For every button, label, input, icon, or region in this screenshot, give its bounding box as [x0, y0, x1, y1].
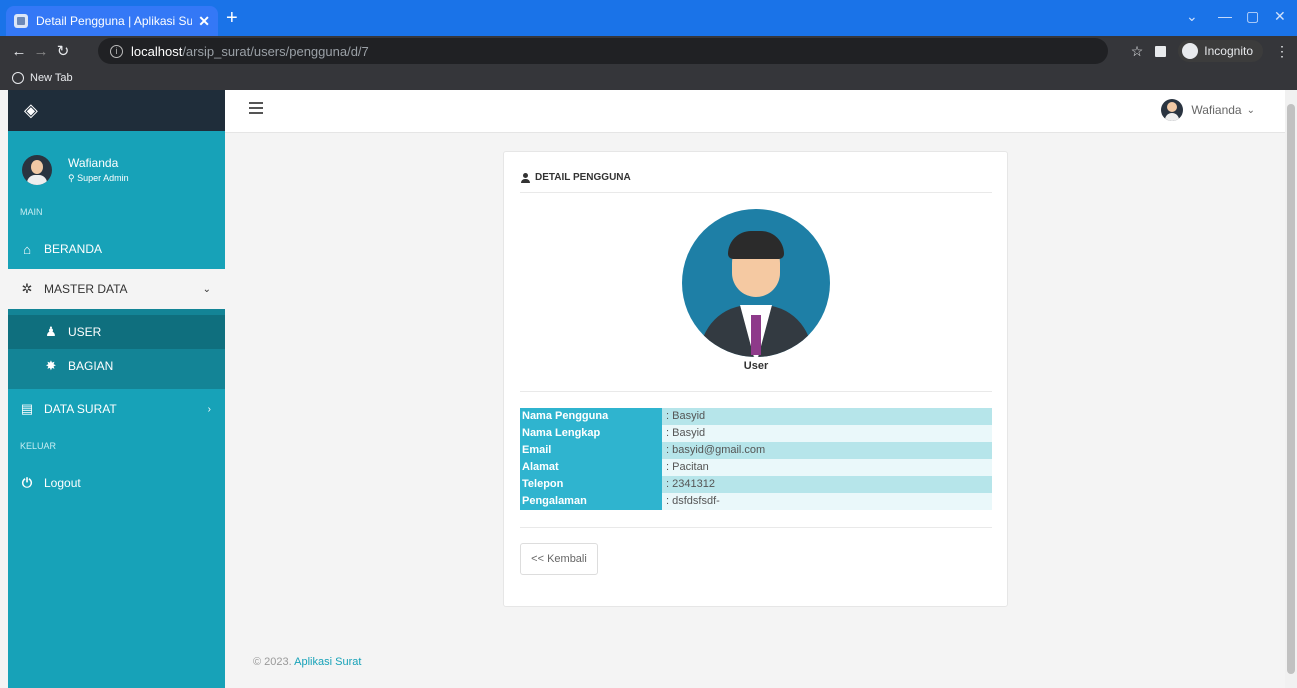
avatar — [22, 155, 52, 185]
card-title-text: DETAIL PENGGUNA — [535, 172, 631, 183]
table-row: Nama Pengguna : Basyid — [520, 408, 992, 425]
field-value: : Basyid — [662, 425, 992, 442]
globe-icon — [12, 72, 24, 84]
incognito-badge[interactable]: Incognito — [1178, 40, 1263, 62]
detail-card: DETAIL PENGGUNA User Nama Pengguna : Bas… — [503, 151, 1008, 607]
field-label: Pengalaman — [520, 493, 662, 510]
home-icon: ⌂ — [23, 241, 31, 257]
card-title: DETAIL PENGGUNA — [520, 172, 631, 183]
field-value: : Basyid — [662, 408, 992, 425]
maximize-icon[interactable]: ▢ — [1246, 8, 1259, 25]
site-info-icon[interactable]: i — [110, 44, 123, 58]
sidebar-item-data-surat[interactable]: ▤ DATA SURAT › — [8, 389, 225, 429]
url-host: localhost — [131, 43, 183, 59]
user-dropdown[interactable]: Wafianda ⌄ — [1161, 99, 1255, 121]
table-row: Pengalaman : dsfdsfsdf- — [520, 493, 992, 510]
user-detail-table: Nama Pengguna : Basyid Nama Lengkap : Ba… — [520, 408, 992, 510]
sidebar-user-role: ⚲ Super Admin — [68, 173, 129, 184]
field-value: : 2341312 — [662, 476, 992, 493]
sidebar-item-master-data[interactable]: ✲ MASTER DATA ⌄ — [8, 269, 225, 309]
sidebar-item-label: Logout — [44, 476, 81, 490]
sidebar-item-bagian[interactable]: ✸ BAGIAN — [8, 349, 225, 383]
sidebar-item-label: USER — [68, 325, 102, 339]
avatar — [1161, 99, 1184, 121]
app-logo-icon[interactable]: ◈ — [24, 100, 38, 121]
field-label: Nama Pengguna — [520, 408, 662, 425]
chevron-right-icon: › — [207, 403, 211, 415]
browser-tabbar: Detail Pengguna | Aplikasi Surat ✕ + ⌄ —… — [0, 0, 1297, 36]
user-icon — [520, 172, 530, 183]
document-icon: ▤ — [20, 401, 34, 416]
sidebar-item-beranda[interactable]: ⌂ BERANDA — [8, 229, 225, 269]
photo-caption: User — [743, 360, 769, 372]
hamburger-menu-icon[interactable] — [249, 102, 263, 117]
field-label: Email — [520, 442, 662, 459]
logo-bar: ◈ — [8, 90, 225, 131]
sidebar: ◈ Wafianda ⚲ Super Admin MAIN ⌂ BERANDA … — [8, 90, 225, 688]
divider — [520, 192, 992, 193]
field-label: Telepon — [520, 476, 662, 493]
close-window-icon[interactable]: ✕ — [1274, 8, 1286, 25]
browser-menu-icon[interactable]: ⋮ — [1275, 43, 1289, 60]
minimize-icon[interactable]: — — [1218, 8, 1232, 24]
table-row: Nama Lengkap : Basyid — [520, 425, 992, 442]
sidebar-item-label: BERANDA — [44, 242, 103, 256]
bookmarks-bar: New Tab — [0, 66, 1297, 90]
top-navbar: Wafianda ⌄ — [225, 90, 1285, 133]
address-bar-row: ← → ↻ i localhost /arsip_surat/users/pen… — [0, 36, 1297, 66]
sidepanel-icon[interactable] — [1155, 45, 1167, 57]
table-row: Telepon : 2341312 — [520, 476, 992, 493]
favicon-icon — [14, 14, 28, 28]
chevron-down-icon: ⌄ — [1246, 104, 1255, 116]
tab-search-icon[interactable]: ⌄ — [1186, 8, 1198, 25]
section-keluar-label: KELUAR — [20, 441, 57, 451]
tab-title: Detail Pengguna | Aplikasi Surat — [36, 14, 193, 28]
forward-arrow-icon[interactable]: → — [30, 43, 52, 60]
power-icon: ⏻ — [21, 475, 33, 490]
bookmark-star-icon[interactable]: ☆ — [1131, 43, 1144, 60]
sidebar-user-name: Wafianda — [68, 156, 119, 170]
incognito-icon — [1182, 43, 1199, 59]
field-label: Alamat — [520, 459, 662, 476]
topbar-user-name: Wafianda — [1191, 103, 1242, 117]
close-tab-icon[interactable]: ✕ — [198, 13, 210, 30]
footer-copyright: © 2023. — [253, 656, 292, 668]
divider — [520, 527, 992, 528]
sidebar-item-label: BAGIAN — [68, 359, 114, 373]
profile-photo — [682, 209, 830, 357]
sidebar-item-label: DATA SURAT — [44, 402, 117, 416]
location-pin-icon: ⚲ — [68, 173, 75, 183]
sidebar-item-logout[interactable]: ⏻ Logout — [8, 463, 225, 503]
back-button[interactable]: << Kembali — [520, 543, 598, 575]
field-value: : Pacitan — [662, 459, 992, 476]
sidebar-item-label: MASTER DATA — [44, 282, 128, 296]
back-arrow-icon[interactable]: ← — [8, 43, 30, 60]
user-panel: Wafianda ⚲ Super Admin — [8, 145, 225, 195]
chevron-down-icon: ⌄ — [202, 283, 211, 295]
page-scrollbar[interactable] — [1285, 90, 1297, 688]
footer-app-link[interactable]: Aplikasi Surat — [294, 656, 361, 668]
puzzle-icon: ✸ — [45, 358, 57, 373]
new-tab-button[interactable]: + — [226, 8, 238, 28]
incognito-label: Incognito — [1204, 44, 1253, 58]
url-field[interactable]: i localhost /arsip_surat/users/pengguna/… — [98, 38, 1108, 64]
sidebar-item-user[interactable]: ♟ USER — [8, 315, 225, 349]
divider — [520, 391, 992, 392]
field-label: Nama Lengkap — [520, 425, 662, 442]
bookmark-new-tab[interactable]: New Tab — [30, 72, 73, 84]
field-value: : dsfdsfsdf- — [662, 493, 992, 510]
table-row: Email : basyid@gmail.com — [520, 442, 992, 459]
browser-tab[interactable]: Detail Pengguna | Aplikasi Surat ✕ — [6, 6, 218, 36]
users-icon: ♟ — [45, 324, 57, 339]
url-path: /arsip_surat/users/pengguna/d/7 — [182, 43, 369, 59]
reload-icon[interactable]: ↻ — [52, 42, 74, 60]
table-row: Alamat : Pacitan — [520, 459, 992, 476]
gear-icon: ✲ — [21, 281, 33, 296]
section-main-label: MAIN — [20, 207, 43, 217]
page-footer: © 2023. Aplikasi Surat — [253, 656, 361, 668]
role-label: Super Admin — [77, 173, 129, 183]
master-data-submenu: ♟ USER ✸ BAGIAN — [8, 309, 225, 389]
field-value: : basyid@gmail.com — [662, 442, 992, 459]
scrollbar-thumb[interactable] — [1287, 104, 1295, 674]
